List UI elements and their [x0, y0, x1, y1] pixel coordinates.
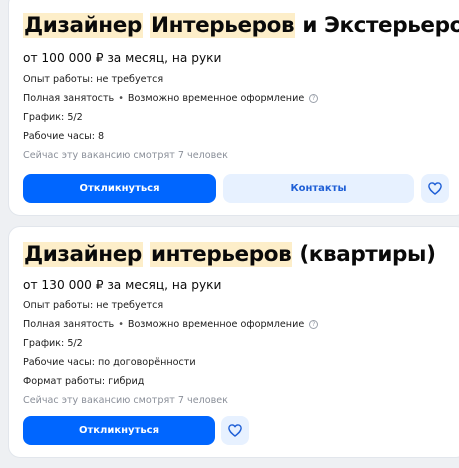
question-circle-icon[interactable]: ?: [309, 94, 319, 103]
employment-extra: Возможно временное оформление: [127, 93, 305, 104]
employment-type: Полная занятость: [23, 93, 115, 104]
schedule: График: 5/2: [23, 112, 83, 123]
title-space: [143, 13, 150, 38]
vacancy-card[interactable]: Дизайнер Интерьеров и Экстерьеров от 100…: [8, 0, 459, 216]
salary: от 130 000 ₽ за месяц, на руки: [23, 278, 222, 292]
title-highlight: Дизайнер: [23, 242, 143, 267]
salary: от 100 000 ₽ за месяц, на руки: [23, 51, 222, 65]
title-space: [143, 242, 150, 267]
working-hours: Рабочие часы: по договорённости: [23, 357, 196, 368]
employment-row: Полная занятость • Возможно временное офор…: [23, 319, 319, 330]
schedule: График: 5/2: [23, 338, 83, 349]
vacancy-title[interactable]: Дизайнер интерьеров (квартиры): [23, 240, 436, 270]
separator-dot: •: [118, 319, 124, 330]
vacancy-title[interactable]: Дизайнер Интерьеров и Экстерьеров: [23, 11, 459, 41]
question-circle-icon[interactable]: ?: [309, 320, 319, 329]
title-highlight: интерьеров: [150, 242, 293, 267]
apply-button[interactable]: Откликнуться: [23, 416, 215, 445]
working-hours: Рабочие часы: 8: [23, 131, 105, 142]
heart-outline-icon: [428, 182, 442, 195]
employment-row: Полная занятость • Возможно временное офор…: [23, 93, 319, 104]
title-rest: и Экстерьеров: [295, 13, 459, 38]
viewers-count: Сейчас эту вакансию смотрят 7 человек: [23, 395, 228, 406]
work-format: Формат работы: гибрид: [23, 376, 145, 387]
favorite-button[interactable]: [421, 174, 449, 203]
title-highlight: Интерьеров: [150, 13, 296, 38]
viewers-count: Сейчас эту вакансию смотрят 7 человек: [23, 150, 228, 161]
title-highlight: Дизайнер: [23, 13, 143, 38]
separator-dot: •: [118, 93, 124, 104]
experience: Опыт работы: не требуется: [23, 300, 164, 311]
contacts-button[interactable]: Контакты: [223, 174, 414, 203]
apply-button[interactable]: Откликнуться: [23, 174, 216, 203]
employment-type: Полная занятость: [23, 319, 115, 330]
heart-outline-icon: [228, 424, 242, 437]
experience: Опыт работы: не требуется: [23, 74, 164, 85]
employment-extra: Возможно временное оформление: [127, 319, 305, 330]
vacancy-card[interactable]: Дизайнер интерьеров (квартиры) от 130 00…: [8, 226, 459, 458]
title-rest: (квартиры): [292, 242, 436, 267]
favorite-button[interactable]: [221, 416, 249, 445]
